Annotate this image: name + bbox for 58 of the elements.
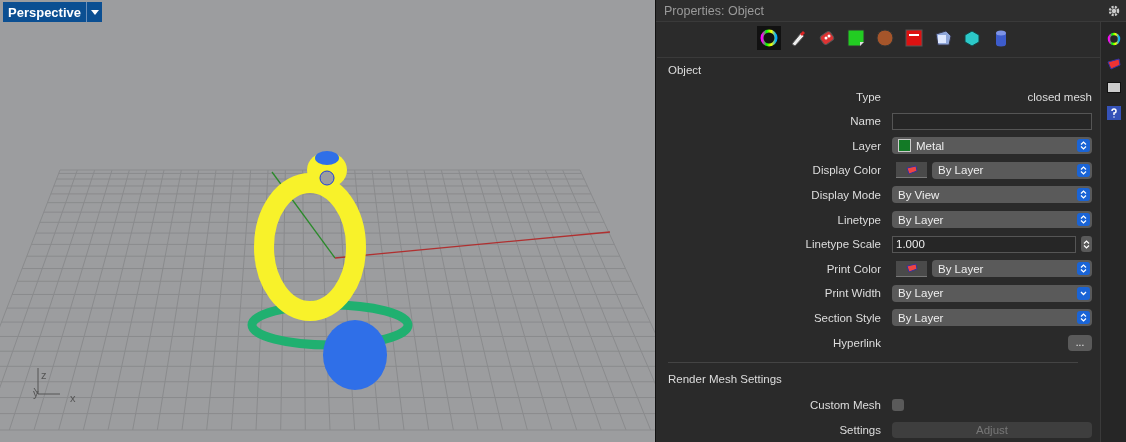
- field-label: Display Color: [811, 164, 881, 177]
- panel-title: Properties: Object: [664, 3, 765, 18]
- color-swatch-button[interactable]: [896, 162, 927, 179]
- field-label: Print Color: [825, 262, 881, 275]
- dropdown[interactable]: By View: [892, 186, 1092, 204]
- paint-chip-icon: [905, 263, 918, 274]
- field-label: Layer: [851, 139, 881, 152]
- dropdown[interactable]: By Layer: [892, 309, 1092, 327]
- updown-arrows-icon: [1080, 215, 1087, 225]
- axis-label: z: [41, 370, 47, 381]
- bevel-cube-icon: [933, 27, 953, 48]
- chevron-down-icon: [1080, 290, 1087, 296]
- color-wheel-icon[interactable]: [1106, 32, 1121, 47]
- updown-arrows-icon: [1080, 190, 1087, 200]
- updown-arrows-icon: [1080, 141, 1087, 151]
- help-icon[interactable]: [1106, 106, 1121, 121]
- section-title: Render Mesh Settings: [668, 372, 783, 387]
- paint-chip-icon: [905, 164, 918, 175]
- sheet-icon: [846, 27, 866, 48]
- more-button[interactable]: ...: [1068, 334, 1092, 351]
- dropdown[interactable]: By Layer: [892, 284, 1092, 302]
- box-icon: [904, 27, 924, 48]
- updown-arrows-icon: [1080, 313, 1087, 323]
- properties-tab[interactable]: [757, 25, 781, 50]
- updown-arrows-icon: [1080, 264, 1087, 274]
- viewport-menu-button[interactable]: [86, 2, 102, 22]
- scale-field[interactable]: 1.000: [892, 235, 1077, 253]
- field-label: Hyperlink: [832, 336, 881, 349]
- field-label: Custom Mesh: [809, 399, 881, 412]
- dropdown[interactable]: By Layer: [932, 161, 1092, 179]
- color-wheel-icon: [759, 27, 779, 48]
- color-swatch-button[interactable]: [896, 260, 927, 277]
- monitor-icon[interactable]: [1106, 82, 1121, 95]
- dropdown[interactable]: By Layer: [932, 260, 1092, 278]
- name-field[interactable]: [892, 112, 1092, 130]
- field-label: Print Width: [823, 287, 881, 300]
- checkbox[interactable]: [892, 399, 904, 412]
- updown-arrows-icon: [1083, 239, 1091, 249]
- sphere-icon: [875, 27, 895, 48]
- field-label: Section Style: [812, 311, 881, 324]
- field-label: Settings: [838, 423, 881, 436]
- updown-arrows-icon: [1080, 165, 1087, 175]
- caret-icon: [90, 9, 99, 15]
- field-label: Display Mode: [810, 188, 881, 201]
- field-label: Name: [849, 115, 881, 128]
- section-title: Object: [668, 64, 703, 79]
- viewport-title-button[interactable]: Perspective: [3, 2, 86, 22]
- type-value: closed mesh: [1027, 90, 1092, 103]
- field-label: Linetype: [836, 213, 881, 226]
- field-label: Type: [855, 90, 881, 103]
- dropdown[interactable]: By Layer: [892, 211, 1092, 229]
- paint-chip-icon[interactable]: [1106, 58, 1121, 71]
- field-label: Linetype Scale: [804, 238, 881, 251]
- axis-label: x: [70, 393, 76, 404]
- dropdown[interactable]: Metal: [892, 137, 1092, 155]
- settings-icon[interactable]: [1108, 4, 1120, 17]
- stepper[interactable]: [1081, 236, 1092, 253]
- axis-label: y: [33, 388, 39, 399]
